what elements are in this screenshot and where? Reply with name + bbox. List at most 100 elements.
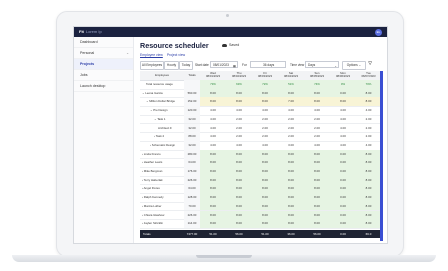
- schedule-cell[interactable]: 8.00: [356, 184, 381, 194]
- schedule-cell[interactable]: 4.00: [330, 115, 356, 124]
- app-brand[interactable]: Fit Lorem Ip: [79, 29, 102, 34]
- schedule-cell[interactable]: 2.00: [278, 115, 304, 124]
- tab-employee-view[interactable]: Employee view: [140, 53, 163, 57]
- schedule-cell[interactable]: 8.00: [304, 149, 330, 159]
- schedule-cell[interactable]: 8.00: [356, 167, 381, 176]
- schedule-cell[interactable]: 0.00: [330, 149, 356, 159]
- schedule-cell[interactable]: 8.00: [226, 219, 252, 228]
- schedule-cell[interactable]: 4.00: [330, 106, 356, 115]
- schedule-cell[interactable]: 4.00: [226, 141, 252, 150]
- sidebar-item-jobs[interactable]: Jobs: [74, 70, 133, 81]
- column-header[interactable]: Thu 08/02/2023: [226, 71, 252, 80]
- vertical-scrollbar[interactable]: [380, 71, 383, 241]
- schedule-cell[interactable]: 2.00: [278, 132, 304, 141]
- schedule-cell[interactable]: 4.00: [330, 124, 356, 133]
- schedule-cell[interactable]: 2.00: [304, 115, 330, 124]
- user-avatar[interactable]: EL: [375, 28, 382, 36]
- time-view-select[interactable]: Days ⌄: [305, 61, 339, 68]
- schedule-cell[interactable]: 8.00: [304, 184, 330, 194]
- schedule-cell[interactable]: 73%: [200, 80, 226, 89]
- schedule-cell[interactable]: 4.00: [278, 106, 304, 115]
- schedule-cell[interactable]: 8.00: [200, 201, 226, 211]
- schedule-cell[interactable]: 8.00: [252, 175, 278, 185]
- schedule-cell[interactable]: 8.00: [304, 175, 330, 185]
- sidebar-item-dashboard[interactable]: Dashboard: [74, 37, 133, 48]
- schedule-cell[interactable]: 8.00: [304, 88, 330, 98]
- schedule-cell[interactable]: 4.00: [200, 115, 226, 124]
- schedule-cell[interactable]: 0.00: [330, 175, 356, 185]
- hourly-button[interactable]: Hourly: [164, 61, 179, 70]
- schedule-cell[interactable]: 8.00: [200, 97, 226, 107]
- schedule-cell[interactable]: 0%: [330, 80, 356, 89]
- schedule-cell[interactable]: 8.00: [252, 219, 278, 228]
- schedule-cell[interactable]: 8.00: [226, 167, 252, 176]
- sidebar-item-launch-desktop[interactable]: Launch desktop: [74, 81, 133, 92]
- schedule-cell[interactable]: 8.00: [200, 167, 226, 176]
- schedule-cell[interactable]: 4.00: [252, 141, 278, 150]
- schedule-cell[interactable]: 0.00: [330, 158, 356, 167]
- all-employees-button[interactable]: All Employees: [140, 61, 164, 70]
- schedule-cell[interactable]: 4.00: [200, 124, 226, 133]
- tab-project-view[interactable]: Project view: [167, 53, 185, 57]
- sidebar-item-personal[interactable]: Personal ⌄: [74, 48, 133, 59]
- schedule-cell[interactable]: 8.00: [304, 193, 330, 202]
- schedule-cell[interactable]: 8.00: [356, 88, 381, 98]
- schedule-cell[interactable]: 8.00: [304, 219, 330, 228]
- duration-field[interactable]: 36 days: [250, 61, 286, 68]
- schedule-cell[interactable]: 2.00: [226, 115, 252, 124]
- schedule-cell[interactable]: 0.00: [330, 219, 356, 228]
- schedule-cell[interactable]: 8.00: [278, 193, 304, 202]
- schedule-cell[interactable]: 8.00: [252, 97, 278, 107]
- schedule-cell[interactable]: 0.00: [330, 201, 356, 211]
- column-header[interactable]: Employees: [140, 71, 184, 80]
- schedule-cell[interactable]: 8.00: [356, 158, 381, 167]
- schedule-cell[interactable]: 2.00: [252, 124, 278, 133]
- schedule-cell[interactable]: 8.00: [278, 210, 304, 220]
- schedule-cell[interactable]: 0.00: [330, 167, 356, 176]
- schedule-cell[interactable]: 4.00: [356, 106, 381, 115]
- schedule-cell[interactable]: 8.00: [278, 88, 304, 98]
- column-header[interactable]: Mon 08/06/2023: [330, 71, 356, 80]
- schedule-cell[interactable]: 4.00: [356, 141, 381, 150]
- schedule-cell[interactable]: 8.00: [304, 167, 330, 176]
- schedule-cell[interactable]: 8.00: [278, 184, 304, 194]
- schedule-cell[interactable]: 8.00: [252, 201, 278, 211]
- schedule-cell[interactable]: 8.00: [278, 149, 304, 159]
- schedule-cell[interactable]: 2.00: [356, 115, 381, 124]
- schedule-cell[interactable]: 2.00: [304, 124, 330, 133]
- schedule-cell[interactable]: 7.00: [278, 97, 304, 107]
- schedule-cell[interactable]: 4.00: [330, 141, 356, 150]
- schedule-cell[interactable]: 8.00: [356, 219, 381, 228]
- schedule-cell[interactable]: 4.00: [252, 106, 278, 115]
- schedule-cell[interactable]: 4.00: [330, 132, 356, 141]
- schedule-cell[interactable]: 8.00: [226, 184, 252, 194]
- schedule-cell[interactable]: 0.00: [330, 184, 356, 194]
- schedule-cell[interactable]: 8.00: [200, 184, 226, 194]
- schedule-cell[interactable]: 8.00: [356, 97, 381, 107]
- schedule-cell[interactable]: 8.00: [304, 201, 330, 211]
- sidebar-item-projects[interactable]: Projects: [74, 59, 133, 70]
- schedule-cell[interactable]: 3.00: [278, 141, 304, 150]
- filter-icon[interactable]: ⛛: [368, 61, 372, 67]
- column-header[interactable]: Fri 08/03/2023: [252, 71, 278, 80]
- schedule-cell[interactable]: 0.00: [330, 193, 356, 202]
- schedule-cell[interactable]: 51%: [278, 80, 304, 89]
- schedule-cell[interactable]: 2.00: [304, 132, 330, 141]
- schedule-cell[interactable]: 2.00: [226, 132, 252, 141]
- schedule-cell[interactable]: 8.00: [252, 158, 278, 167]
- schedule-cell[interactable]: 8.00: [278, 167, 304, 176]
- schedule-cell[interactable]: 8.00: [200, 210, 226, 220]
- schedule-cell[interactable]: 8.00: [356, 210, 381, 220]
- schedule-cell[interactable]: 2.00: [226, 124, 252, 133]
- schedule-cell[interactable]: 8.00: [252, 149, 278, 159]
- schedule-cell[interactable]: 2.00: [356, 124, 381, 133]
- schedule-cell[interactable]: 8.00: [200, 193, 226, 202]
- schedule-cell[interactable]: 8.00: [252, 210, 278, 220]
- schedule-cell[interactable]: 0.00: [330, 88, 356, 98]
- schedule-cell[interactable]: 2.00: [356, 132, 381, 141]
- schedule-cell[interactable]: 8.00: [278, 175, 304, 185]
- schedule-cell[interactable]: 8.00: [226, 201, 252, 211]
- schedule-cell[interactable]: 8.00: [304, 158, 330, 167]
- schedule-cell[interactable]: 74%: [304, 80, 330, 89]
- schedule-cell[interactable]: 0.00: [330, 210, 356, 220]
